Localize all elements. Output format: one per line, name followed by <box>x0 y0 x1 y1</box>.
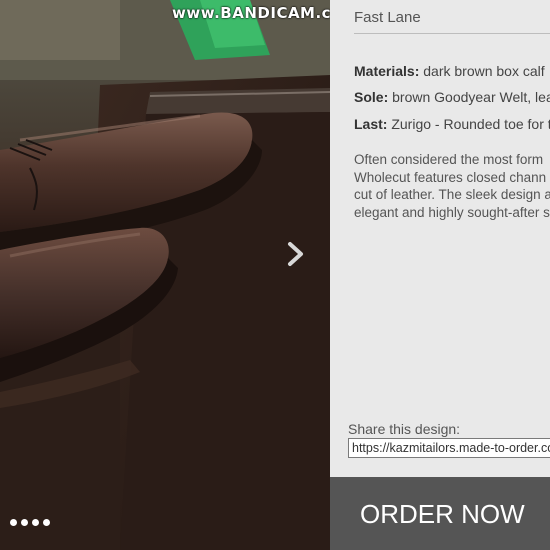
materials-label: Materials: <box>354 63 420 79</box>
share-url-field[interactable] <box>348 438 550 458</box>
shoe-photo <box>0 0 330 550</box>
share-label: Share this design: <box>348 421 461 437</box>
carousel-dot[interactable] <box>32 519 39 526</box>
materials-spec: Materials: dark brown box calf <box>354 63 545 79</box>
description-line: Often considered the most form <box>354 152 544 167</box>
product-photo-carousel[interactable]: www.BANDICAM.com <box>0 0 330 550</box>
last-label: Last: <box>354 116 388 132</box>
product-description: Often considered the most form Wholecut … <box>354 151 550 221</box>
carousel-dot[interactable] <box>43 519 50 526</box>
last-value: Zurigo - Rounded toe for tr <box>391 116 550 132</box>
order-now-button[interactable]: ORDER NOW <box>330 477 550 550</box>
next-slide-button[interactable] <box>286 240 320 278</box>
order-now-label: ORDER NOW <box>360 499 525 529</box>
carousel-dot[interactable] <box>10 519 17 526</box>
recording-watermark: www.BANDICAM.com <box>172 4 330 22</box>
product-name: Fast Lane <box>354 9 550 34</box>
description-line: Wholecut features closed chann <box>354 169 547 185</box>
product-viewer: www.BANDICAM.com Fast Lane Materials: da… <box>0 0 550 550</box>
description-line: cut of leather. The sleek design a <box>354 187 550 202</box>
carousel-dot[interactable] <box>21 519 28 526</box>
product-details-panel: Fast Lane Materials: dark brown box calf… <box>330 0 550 550</box>
sole-value: brown Goodyear Welt, lea <box>392 89 550 105</box>
chevron-right-icon <box>288 242 303 266</box>
sole-label: Sole: <box>354 89 389 105</box>
description-line: elegant and highly sought-after s <box>354 204 550 220</box>
sole-spec: Sole: brown Goodyear Welt, lea <box>354 89 550 105</box>
last-spec: Last: Zurigo - Rounded toe for tr <box>354 116 550 132</box>
carousel-dots <box>10 519 50 526</box>
materials-value: dark brown box calf <box>423 63 545 79</box>
